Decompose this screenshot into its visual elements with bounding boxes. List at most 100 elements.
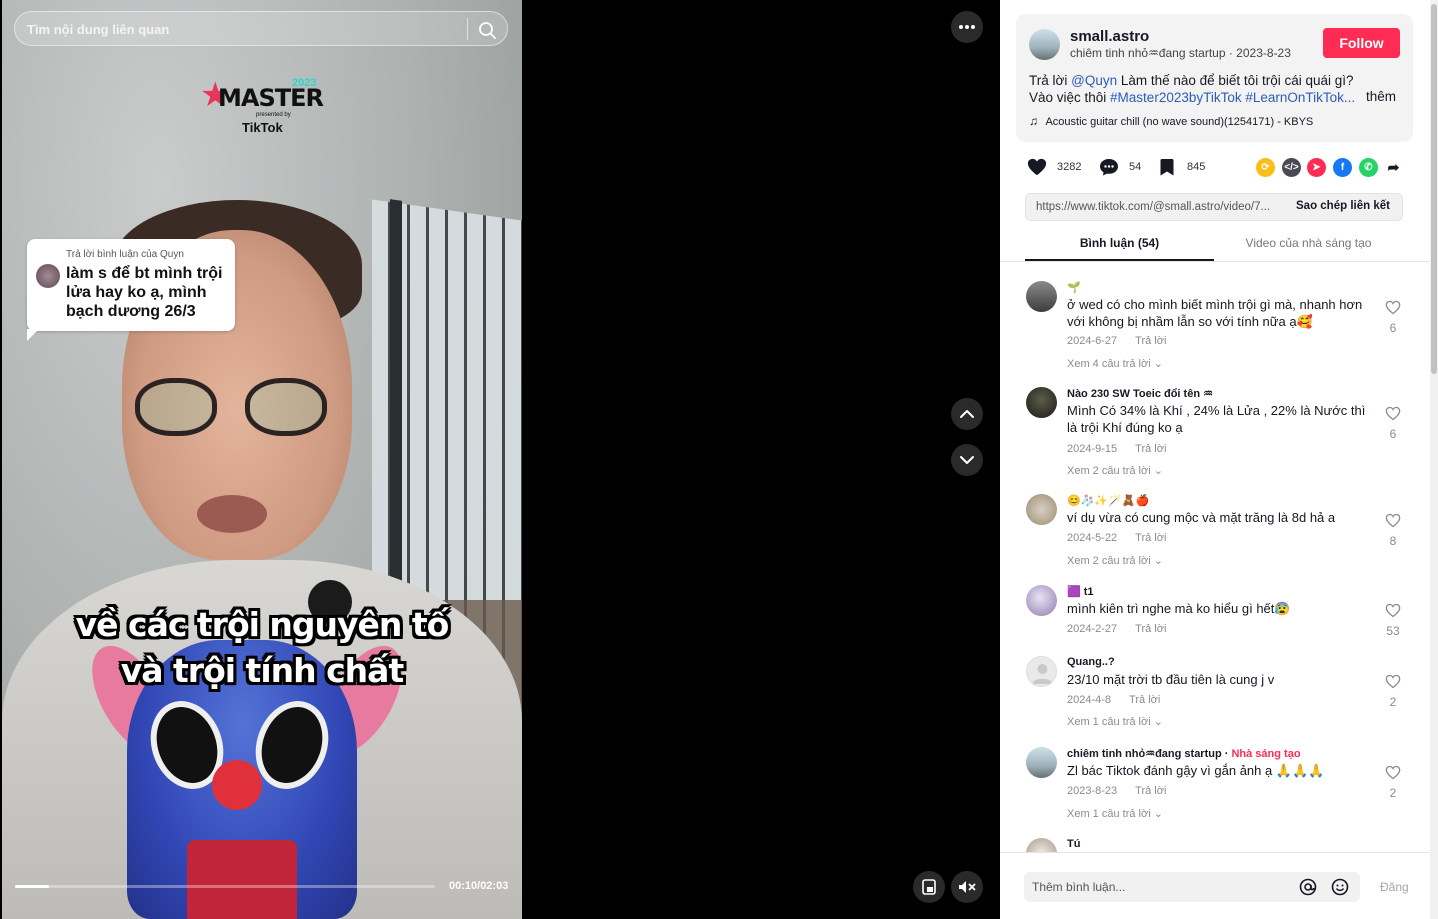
comment-meta: 2024-2-27 Trả lời	[1067, 623, 1166, 635]
comment-date: 2024-9-15	[1067, 443, 1118, 455]
next-video-button[interactable]	[951, 444, 983, 476]
commenter-name[interactable]: 🌱	[1067, 281, 1081, 294]
reply-button[interactable]: Trả lời	[1135, 335, 1166, 347]
more-options-button[interactable]	[951, 11, 983, 43]
commenter-avatar[interactable]	[1026, 656, 1057, 687]
mention-link[interactable]: @Quyn	[1071, 73, 1117, 88]
comment-item: 🟪 t1 mình kiên trì nghe mà ko hiểu gì hế…	[1026, 585, 1406, 645]
commenter-avatar[interactable]	[1026, 747, 1057, 778]
comment-like-button[interactable]: 2	[1383, 674, 1403, 709]
view-replies-button[interactable]: Xem 1 câu trả lời ⌄	[1067, 807, 1163, 820]
music-link[interactable]: ♫ Acoustic guitar chill (no wave sound)(…	[1029, 114, 1313, 128]
comment-input[interactable]	[1032, 877, 1282, 897]
comment-like-button[interactable]: 6	[1383, 406, 1403, 441]
comment-item: 🌱 ở wed có cho mình biết mình trội gì mà…	[1026, 281, 1406, 376]
commenter-avatar[interactable]	[1026, 494, 1057, 525]
search-icon[interactable]	[476, 19, 498, 41]
comment-button[interactable]: 54	[1098, 154, 1141, 180]
hashtag-link[interactable]: #Master2023byTikTok	[1110, 90, 1242, 105]
comment-like-count: 6	[1389, 427, 1397, 441]
heart-outline-icon	[1385, 603, 1401, 618]
heart-outline-icon	[1385, 765, 1401, 780]
view-replies-button[interactable]: Xem 2 câu trả lời ⌄	[1067, 554, 1163, 567]
search-input[interactable]	[27, 18, 467, 40]
share-arrow-icon[interactable]: ➦	[1384, 158, 1403, 177]
reply-button[interactable]: Trả lời	[1135, 785, 1166, 797]
progress-bar[interactable]	[15, 885, 435, 888]
repost-icon[interactable]: ⟳	[1256, 158, 1275, 177]
floating-player-button[interactable]	[913, 871, 945, 903]
like-button[interactable]: 3282	[1026, 154, 1081, 180]
time-label: 00:10/02:03	[449, 880, 509, 892]
whatsapp-icon[interactable]: ✆	[1359, 158, 1378, 177]
comment-like-button[interactable]: 53	[1383, 603, 1403, 638]
desc-text: Vào việc thôi	[1029, 90, 1111, 105]
tab-creator-videos[interactable]: Video của nhà sáng tạo	[1214, 231, 1403, 261]
bookmark-icon	[1160, 159, 1174, 176]
follow-button[interactable]: Follow	[1323, 28, 1400, 58]
view-replies-button[interactable]: Xem 2 câu trả lời ⌄	[1067, 464, 1163, 477]
author-username[interactable]: small.astro	[1070, 28, 1149, 45]
heart-outline-icon	[1385, 513, 1401, 528]
post-comment-button[interactable]: Đăng	[1380, 880, 1409, 894]
share-link-url[interactable]: https://www.tiktok.com/@small.astro/vide…	[1036, 201, 1282, 213]
commenter-avatar[interactable]	[1026, 387, 1057, 418]
search-bar[interactable]	[14, 11, 508, 46]
chevron-up-icon	[960, 410, 974, 418]
comment-list[interactable]: 🌱 ở wed có cho mình biết mình trội gì mà…	[1000, 262, 1430, 852]
progress-fill	[15, 885, 49, 888]
view-replies-button[interactable]: Xem 1 câu trả lời ⌄	[1067, 715, 1163, 728]
reply-button[interactable]: Trả lời	[1135, 623, 1166, 635]
reply-bubble-avatar	[36, 264, 60, 288]
hashtag-link[interactable]: #LearnOnTikTok...	[1245, 90, 1355, 105]
reply-button[interactable]: Trả lời	[1135, 443, 1166, 455]
side-panel: small.astro chiêm tinh nhỏ♒︎đang startup…	[1000, 0, 1438, 919]
embed-icon[interactable]: </>	[1282, 158, 1301, 177]
commenter-name[interactable]: Nào 230 SW Toeic đổi tên ♒︎	[1067, 387, 1213, 400]
heart-outline-icon	[1385, 674, 1401, 689]
creator-badge: Nhà sáng tạo	[1231, 748, 1301, 760]
comment-text: Zl bác Tiktok đánh gậy vì gắn ảnh ạ 🙏🙏🙏	[1067, 763, 1325, 778]
commenter-avatar[interactable]	[1026, 281, 1057, 312]
reply-button[interactable]: Trả lời	[1129, 694, 1160, 706]
save-button[interactable]: 845	[1156, 154, 1205, 180]
comment-like-button[interactable]: 8	[1383, 513, 1403, 548]
commenter-name[interactable]: chiêm tinh nhỏ♒︎đang startup · Nhà sáng …	[1067, 747, 1301, 760]
commenter-name[interactable]: 🟪 t1	[1067, 585, 1094, 598]
emoji-icon[interactable]	[1331, 878, 1349, 901]
copy-link-button[interactable]: Sao chép liên kết	[1296, 200, 1390, 212]
commenter-name[interactable]: 😊🧦✨🪄🧸🍎	[1067, 494, 1149, 507]
facebook-icon[interactable]: f	[1333, 158, 1352, 177]
video-area: ★ MASTER 2023 presented by TikTok Trả lờ…	[0, 0, 1000, 919]
send-icon[interactable]: ➤	[1307, 158, 1326, 177]
toy-nose	[212, 760, 262, 810]
scrollbar[interactable]	[1430, 0, 1438, 919]
view-replies-button[interactable]: Xem 4 câu trả lời ⌄	[1067, 357, 1163, 370]
comment-text: 23/10 mặt trời tb đầu tiên là cung j v	[1067, 672, 1275, 687]
logo-presented: presented by	[256, 112, 291, 118]
mute-button[interactable]	[951, 871, 983, 903]
logo-brand: TikTok	[242, 120, 283, 135]
scrollbar-thumb[interactable]	[1431, 4, 1437, 374]
comment-like-button[interactable]: 2	[1383, 765, 1403, 800]
master-logo: ★ MASTER 2023 presented by TikTok	[200, 76, 330, 136]
previous-video-button[interactable]	[951, 398, 983, 430]
see-more-link[interactable]: thêm	[1366, 89, 1396, 104]
author-avatar[interactable]	[1029, 29, 1060, 60]
tab-comments[interactable]: Bình luận (54)	[1025, 231, 1214, 261]
mention-icon[interactable]	[1299, 878, 1317, 901]
comment-item: Tú	[1026, 838, 1406, 852]
comment-like-button[interactable]: 6	[1383, 300, 1403, 335]
view-replies-label: Xem 4 câu trả lời	[1067, 358, 1151, 370]
comment-text: ví dụ vừa có cung mộc và mặt trăng là 8d…	[1067, 510, 1336, 525]
reply-button[interactable]: Trả lời	[1135, 532, 1166, 544]
more-icon	[959, 25, 975, 29]
commenter-avatar[interactable]	[1026, 585, 1057, 616]
comment-date: 2024-6-27	[1067, 335, 1118, 347]
commenter-avatar[interactable]	[1026, 838, 1057, 852]
commenter-name[interactable]: Quang..?	[1067, 656, 1115, 668]
save-count: 845	[1187, 161, 1206, 173]
view-replies-label: Xem 2 câu trả lời	[1067, 465, 1151, 477]
video-player[interactable]: ★ MASTER 2023 presented by TikTok Trả lờ…	[2, 0, 522, 919]
commenter-name[interactable]: Tú	[1067, 838, 1080, 850]
